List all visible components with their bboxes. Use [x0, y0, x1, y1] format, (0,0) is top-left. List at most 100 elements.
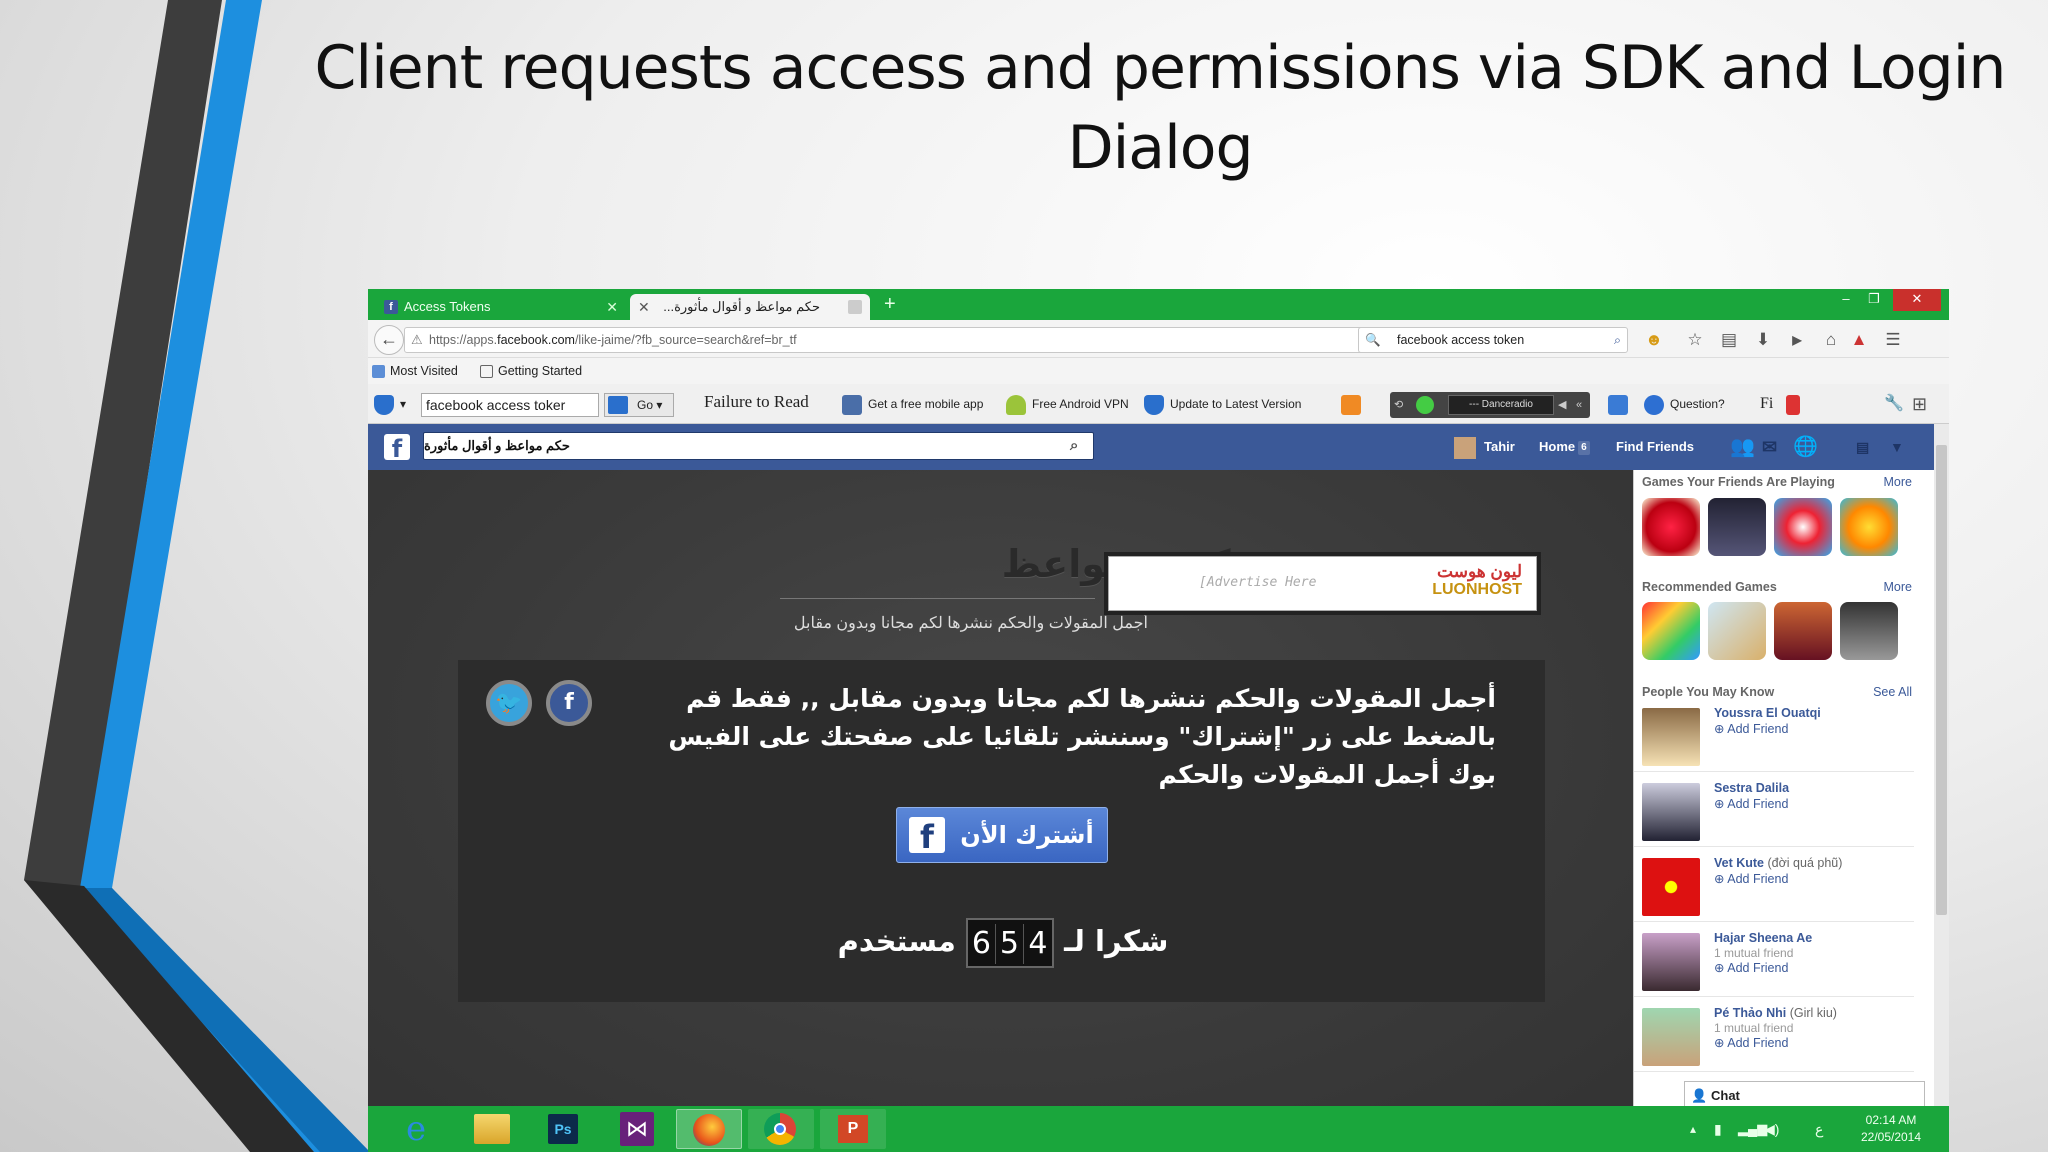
person-name[interactable]: Youssra El Ouatqi [1714, 706, 1821, 720]
station-select[interactable]: --- Danceradio [1448, 395, 1554, 415]
person-name[interactable]: Hajar Sheena Ae [1714, 931, 1812, 945]
add-friend-link[interactable]: ⊕ Add Friend [1714, 1035, 1788, 1050]
photoshop-icon[interactable]: Ps [548, 1114, 578, 1144]
visual-studio-icon[interactable]: ⋈ [620, 1112, 654, 1146]
new-tab-icon[interactable]: + [884, 293, 896, 316]
chrome-taskbar-button[interactable] [748, 1109, 814, 1149]
messages-icon[interactable]: ✉ [1762, 424, 1777, 470]
shadow-fight-icon[interactable] [1774, 602, 1832, 660]
tab-active-page[interactable]: حكم مواعظ و أقوال مأثورة... ✕ [630, 294, 870, 320]
avatar[interactable] [1642, 858, 1700, 916]
friend-requests-icon[interactable]: 👥 [1730, 424, 1755, 470]
search-icon[interactable]: ⌕ [1614, 328, 1621, 352]
avatar[interactable] [1642, 933, 1700, 991]
trash-icon[interactable] [1786, 384, 1806, 424]
tab-access-tokens[interactable]: f Access Tokens ✕ [376, 294, 626, 320]
go-button[interactable]: Go ▾ [604, 393, 674, 417]
games-more-link[interactable]: More [1884, 475, 1912, 489]
close-tab-icon[interactable]: ✕ [606, 294, 618, 320]
home-link[interactable]: Home 6 [1539, 424, 1590, 470]
volume-icon[interactable]: ◀ [1558, 392, 1566, 418]
bookmark-getting-started[interactable]: Getting Started [480, 358, 582, 384]
repeat-icon[interactable]: ⟲ [1394, 392, 1403, 418]
minimize-icon[interactable]: – [1834, 289, 1858, 311]
toolbar-search-input[interactable]: facebook access toker [421, 393, 599, 417]
close-tab-icon[interactable]: ✕ [638, 294, 650, 320]
person-name[interactable]: Pé Thảo Nhi (Girl kiu) [1714, 1006, 1837, 1020]
advertisement-banner[interactable]: [Advertise Here ليون هوست LUONHOST [1104, 552, 1541, 615]
top-eleven-icon[interactable] [1708, 498, 1766, 556]
notifications-globe-icon[interactable]: 🌐 [1793, 424, 1818, 470]
close-window-icon[interactable]: ✕ [1893, 289, 1941, 311]
privacy-shortcuts-icon[interactable]: ▤ [1856, 424, 1869, 470]
bookmark-most-visited[interactable]: Most Visited [372, 358, 458, 384]
search-icon[interactable]: ⌕ [1070, 433, 1078, 459]
store-icon [842, 394, 862, 415]
recommended-more-link[interactable]: More [1884, 580, 1912, 594]
clock[interactable]: 02:14 AM 22/05/2014 [1846, 1112, 1936, 1146]
rewind-icon[interactable]: « [1576, 392, 1582, 418]
internet-explorer-icon[interactable]: e [392, 1109, 440, 1149]
avatar[interactable] [1642, 708, 1700, 766]
addon-icon[interactable]: ☻ [1643, 329, 1665, 351]
bookmarks-menu-icon[interactable]: ▤ [1718, 329, 1740, 351]
firefox-taskbar-button[interactable] [676, 1109, 742, 1149]
candy-crush-icon[interactable] [1642, 498, 1700, 556]
add-friend-link[interactable]: ⊕ Add Friend [1714, 871, 1788, 886]
bookmark-star-icon[interactable]: ☆ [1684, 329, 1706, 351]
subscribe-button[interactable]: f أشترك الأن [896, 807, 1108, 863]
home-icon[interactable]: ⌂ [1820, 329, 1842, 351]
show-hidden-icons[interactable]: ▴ [1690, 1106, 1696, 1152]
wrench-icon[interactable]: 🔧 [1884, 384, 1904, 424]
menu-icon[interactable]: ☰ [1882, 329, 1904, 351]
scrollbar-thumb[interactable] [1936, 445, 1947, 915]
add-friend-link[interactable]: ⊕ Add Friend [1714, 721, 1788, 736]
radio-player[interactable]: ⟲ --- Danceradio ◀ « [1390, 392, 1590, 418]
avatar[interactable] [1642, 783, 1700, 841]
pet-rescue-icon[interactable] [1840, 498, 1898, 556]
rss-icon[interactable] [1341, 384, 1367, 424]
fi-label[interactable]: Fi [1760, 384, 1773, 424]
add-friend-link[interactable]: ⊕ Add Friend [1714, 960, 1788, 975]
download-icon[interactable]: ⬇ [1752, 329, 1774, 351]
bubble-game-icon[interactable] [1774, 498, 1832, 556]
file-explorer-icon[interactable] [474, 1114, 510, 1144]
avatar[interactable] [1642, 1008, 1700, 1066]
box-game-icon[interactable] [1708, 602, 1766, 660]
add-toolbar-icon[interactable]: ⊞ [1912, 384, 1927, 424]
volume-icon[interactable]: ◀) [1764, 1106, 1779, 1152]
back-arrow-icon[interactable]: ← [374, 325, 404, 355]
toolbar-item-android-vpn[interactable]: Free Android VPN [1006, 384, 1129, 424]
search-engine-icon[interactable]: 🔍 [1365, 328, 1381, 352]
twitter-icon[interactable]: 🐦 [486, 680, 532, 726]
play-icon[interactable] [1416, 396, 1434, 414]
person-name[interactable]: Vet Kute (đời quá phũ) [1714, 856, 1842, 870]
add-friend-link[interactable]: ⊕ Add Friend [1714, 796, 1788, 811]
language-indicator[interactable]: ع [1815, 1106, 1823, 1152]
facebook-share-icon[interactable]: f [546, 680, 592, 726]
moto-game-icon[interactable] [1840, 602, 1898, 660]
people-see-all-link[interactable]: See All [1873, 685, 1912, 699]
facebook-search-input[interactable]: حكم مواعظ و أقوال مأثورة ⌕ [423, 432, 1094, 460]
extension-icon[interactable]: ▲ [1848, 329, 1870, 351]
powerpoint-taskbar-button[interactable]: P [820, 1109, 886, 1149]
youtube-icon[interactable]: ▶ [1786, 329, 1808, 351]
blocks-game-icon[interactable] [1642, 602, 1700, 660]
signal-icon[interactable]: ▂▄▆ [1738, 1106, 1767, 1152]
hotspot-icon[interactable] [1608, 384, 1634, 424]
mutual-friends[interactable]: 1 mutual friend [1714, 1021, 1793, 1035]
toolbar-item-update[interactable]: Update to Latest Version [1144, 384, 1301, 424]
facebook-logo-icon[interactable]: f [384, 434, 410, 463]
restore-icon[interactable]: ❐ [1862, 289, 1886, 311]
find-friends-link[interactable]: Find Friends [1616, 424, 1694, 470]
user-profile-link[interactable]: Tahir [1454, 424, 1515, 470]
toolbar-item-mobile-app[interactable]: Get a free mobile app [842, 384, 983, 424]
url-bar[interactable]: ⚠ https://apps.facebook.com/like-jaime/?… [404, 327, 1386, 353]
shield-icon[interactable]: ▾ [374, 384, 406, 424]
battery-icon[interactable]: ▮ [1714, 1106, 1722, 1152]
browser-search-box[interactable]: 🔍 facebook access token ⌕ [1358, 327, 1628, 353]
toolbar-item-question[interactable]: Question? [1644, 384, 1725, 424]
account-menu-icon[interactable]: ▼ [1890, 424, 1904, 470]
person-name[interactable]: Sestra Dalila [1714, 781, 1789, 795]
mutual-friends[interactable]: 1 mutual friend [1714, 946, 1793, 960]
